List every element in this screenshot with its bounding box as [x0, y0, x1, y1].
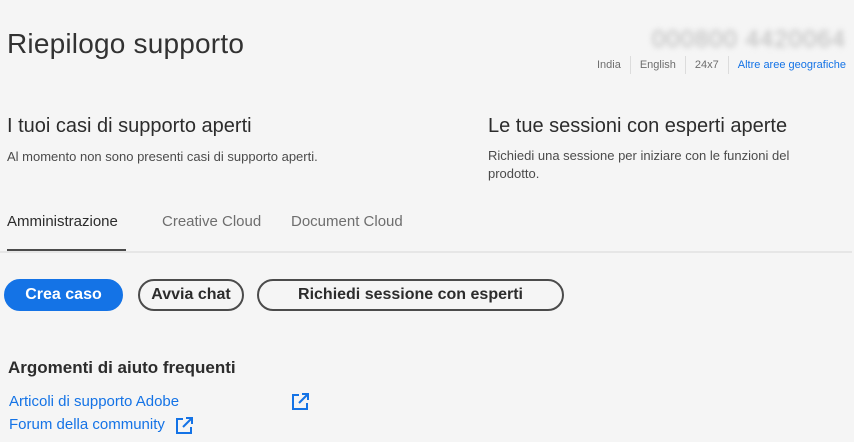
tab-creative-cloud[interactable]: Creative Cloud — [162, 213, 261, 230]
region-label: India — [588, 56, 631, 74]
adobe-support-articles-link[interactable]: Articoli di supporto Adobe — [9, 393, 179, 410]
tab-amministrazione[interactable]: Amministrazione — [7, 213, 118, 230]
expert-sessions-text-line1: Richiedi una sessione per iniziare con l… — [488, 148, 790, 163]
page-title: Riepilogo supporto — [7, 28, 245, 59]
open-cases-text: Al momento non sono presenti casi di sup… — [7, 149, 318, 164]
expert-sessions-heading: Le tue sessioni con esperti aperte — [488, 115, 788, 137]
expert-sessions-text: Richiedi una sessione per iniziare con l… — [488, 147, 789, 183]
region-bar: India English 24x7 Altre aree geografich… — [588, 56, 846, 74]
open-cases-heading: I tuoi casi di supporto aperti — [7, 115, 252, 137]
external-link-icon[interactable] — [290, 392, 310, 412]
community-forum-link[interactable]: Forum della community — [9, 416, 165, 433]
expert-sessions-text-line2: prodotto. — [488, 166, 540, 181]
other-regions-link[interactable]: Altre aree geografiche — [729, 56, 846, 74]
start-chat-button[interactable]: Avvia chat — [138, 279, 244, 311]
product-tabs: Amministrazione Creative Cloud Document … — [0, 205, 852, 253]
faq-heading: Argomenti di aiuto frequenti — [8, 358, 236, 377]
external-link-icon[interactable] — [174, 416, 194, 436]
active-tab-indicator — [7, 249, 126, 251]
support-phone: 000800 4420064 — [651, 26, 846, 53]
language-label: English — [631, 56, 686, 74]
request-expert-session-button[interactable]: Richiedi sessione con esperti — [257, 279, 564, 311]
create-case-button[interactable]: Crea caso — [4, 279, 123, 311]
tab-document-cloud[interactable]: Document Cloud — [291, 213, 403, 230]
hours-label: 24x7 — [686, 56, 729, 74]
